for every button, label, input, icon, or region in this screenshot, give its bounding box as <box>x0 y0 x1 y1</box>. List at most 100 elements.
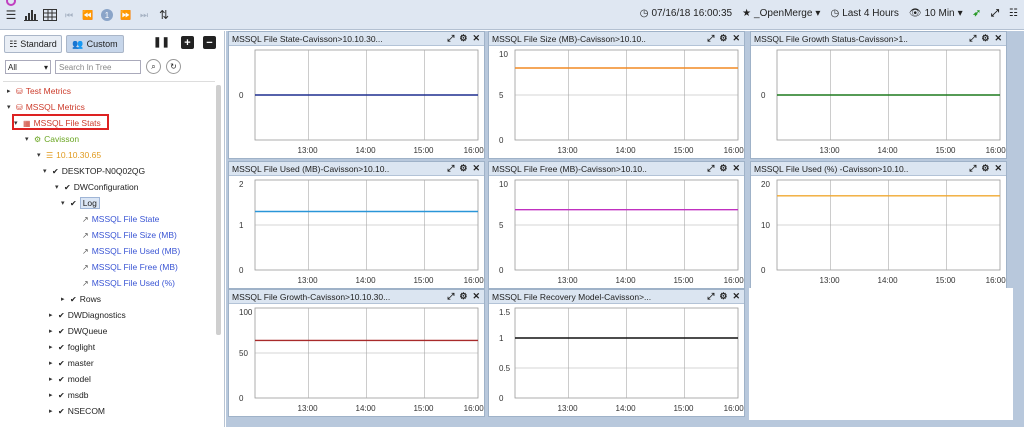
tree-item-10-10-30-65[interactable]: ▾ ☰ 10.10.30.65 <box>37 148 101 162</box>
close-icon[interactable]: ✕ <box>732 291 740 302</box>
tree-item-mssql-file-free-mb[interactable]: ↗ MSSQL File Free (MB) <box>73 260 178 274</box>
x-tick-label: 13:00 <box>298 276 319 285</box>
close-icon[interactable]: ✕ <box>994 33 1002 44</box>
caret-right-icon[interactable]: ▸ <box>49 391 58 399</box>
expand-icon[interactable]: ⤢ <box>707 291 714 302</box>
tree-item-foglight[interactable]: ▸ ✔ foglight <box>49 340 95 354</box>
chart-panel[interactable]: MSSQL File State-Cavisson>10.10.30... ⤢ ⚙ ✕… <box>228 31 485 159</box>
tree-item-mssql-file-used[interactable]: ↗ MSSQL File Used (%) <box>73 276 175 290</box>
settings-icon[interactable]: ⚙ <box>459 33 467 44</box>
tree-item-mssql-file-size-mb[interactable]: ↗ MSSQL File Size (MB) <box>73 228 177 242</box>
expand-icon[interactable]: ⤢ <box>969 33 976 44</box>
caret-down-icon[interactable]: ▾ <box>43 167 52 175</box>
expand-icon[interactable]: ⤢ <box>447 33 454 44</box>
caret-right-icon[interactable]: ▸ <box>61 295 70 303</box>
tree-item-dwdiagnostics[interactable]: ▸ ✔ DWDiagnostics <box>49 308 126 322</box>
close-icon[interactable]: ✕ <box>472 163 480 174</box>
caret-right-icon[interactable]: ▸ <box>49 359 58 367</box>
page-number-badge[interactable]: 1 <box>101 9 113 21</box>
tree-item-cavisson[interactable]: ▾ ⚙ Cavisson <box>25 132 79 146</box>
check-icon: ✔ <box>58 390 65 400</box>
expand-icon[interactable]: ⤢ <box>707 163 714 174</box>
filter-select[interactable]: All ▾ <box>5 60 51 74</box>
expand-icon[interactable]: ⤢ <box>969 163 976 174</box>
tree-item-nsecom[interactable]: ▸ ✔ NSECOM <box>49 404 105 418</box>
caret-down-icon[interactable]: ▾ <box>25 135 34 143</box>
sort-icon[interactable]: ⇅ <box>158 7 170 23</box>
tree-item-rows[interactable]: ▸ ✔ Rows <box>61 292 101 306</box>
bar-chart-icon[interactable] <box>23 7 39 23</box>
close-icon[interactable]: ✕ <box>994 163 1002 174</box>
close-icon[interactable]: ✕ <box>732 163 740 174</box>
settings-icon[interactable]: ⚙ <box>981 33 989 44</box>
expand-icon[interactable]: ⤢ <box>991 8 999 19</box>
caret-right-icon[interactable]: ▸ <box>49 311 58 319</box>
tree-item-master[interactable]: ▸ ✔ master <box>49 356 94 370</box>
settings-icon[interactable]: ⚙ <box>459 163 467 174</box>
search-icon[interactable]: ⌕ <box>146 59 161 74</box>
list-icon[interactable]: ☷ <box>1009 8 1018 19</box>
expand-icon[interactable]: ⤢ <box>707 33 714 44</box>
next-page-icon[interactable]: ⏩ <box>120 7 132 23</box>
tree-item-msdb[interactable]: ▸ ✔ msdb <box>49 388 89 402</box>
tree-item-mssql-metrics[interactable]: ▾ ⛁ MSSQL Metrics <box>7 100 85 114</box>
search-input[interactable]: Search In Tree <box>55 60 141 74</box>
tree-item-test-metrics[interactable]: ▸ ⛁ Test Metrics <box>7 84 71 98</box>
tree-item-dwconfiguration[interactable]: ▾ ✔ DWConfiguration <box>55 180 138 194</box>
x-tick-label: 13:00 <box>820 146 841 155</box>
chart-panel[interactable]: MSSQL File Growth Status-Cavisson>1.. ⤢ ⚙ ✕… <box>750 31 1007 159</box>
tree-item-log[interactable]: ▾ ✔ Log <box>61 196 100 210</box>
line-chart: 0 13:00 14:00 15:00 16:00 <box>239 49 484 155</box>
caret-right-icon[interactable]: ▸ <box>49 343 58 351</box>
tab-custom[interactable]: 👥 Custom <box>66 35 124 53</box>
chart-panel[interactable]: MSSQL File Used (MB)-Cavisson>10.10.. ⤢ ⚙ ✕… <box>228 161 485 289</box>
y-tick-label: 10 <box>761 221 770 230</box>
settings-icon[interactable]: ⚙ <box>719 163 727 174</box>
chart-panel[interactable]: MSSQL File Growth-Cavisson>10.10.30... ⤢ ⚙… <box>228 289 485 417</box>
datetime-display[interactable]: ◷ 07/16/18 16:00:35 <box>640 8 732 19</box>
chart-panel[interactable]: MSSQL File Size (MB)-Cavisson>10.10.. ⤢ ⚙ ✕… <box>488 31 745 159</box>
add-icon[interactable]: + <box>181 36 194 49</box>
caret-right-icon[interactable]: ▸ <box>49 327 58 335</box>
grid-icon[interactable] <box>42 7 58 23</box>
settings-icon[interactable]: ⚙ <box>719 291 727 302</box>
caret-right-icon[interactable]: ▸ <box>49 407 58 415</box>
refresh-icon[interactable]: ↻ <box>166 59 181 74</box>
interval-dropdown[interactable]: 👁 10 Min ▾ <box>909 8 963 19</box>
settings-icon[interactable]: ⚙ <box>981 163 989 174</box>
hamburger-icon[interactable]: ☰ <box>4 7 18 23</box>
tree-item-dwqueue[interactable]: ▸ ✔ DWQueue <box>49 324 107 338</box>
settings-icon[interactable]: ⚙ <box>459 291 467 302</box>
first-page-icon[interactable]: ⏮ <box>64 7 74 23</box>
last-page-icon[interactable]: ⏭ <box>139 7 149 23</box>
close-icon[interactable]: ✕ <box>732 33 740 44</box>
caret-down-icon[interactable]: ▾ <box>7 103 16 111</box>
pause-icon[interactable]: ❚❚ <box>153 36 170 49</box>
expand-icon[interactable]: ⤢ <box>447 291 454 302</box>
favorite-dropdown[interactable]: ★ _OpenMerge ▾ <box>742 8 820 19</box>
line-icon: ↗ <box>82 214 89 224</box>
tree-item-model[interactable]: ▸ ✔ model <box>49 372 91 386</box>
close-icon[interactable]: ✕ <box>472 33 480 44</box>
caret-down-icon[interactable]: ▾ <box>61 199 70 207</box>
tree-item-mssql-file-used-mb[interactable]: ↗ MSSQL File Used (MB) <box>73 244 180 258</box>
chart-panel[interactable]: MSSQL File Used (%) -Cavisson>10.10.. ⤢ ⚙ ✕… <box>750 161 1007 289</box>
tab-standard[interactable]: ☷ Standard <box>4 35 62 53</box>
caret-down-icon: ▾ <box>815 8 821 19</box>
tree-item-desktop-n0q02qg[interactable]: ▾ ✔ DESKTOP-N0Q02QG <box>43 164 145 178</box>
caret-right-icon[interactable]: ▸ <box>7 87 16 95</box>
caret-down-icon[interactable]: ▾ <box>37 151 46 159</box>
tree-item-mssql-file-state[interactable]: ↗ MSSQL File State <box>73 212 159 226</box>
chart-panel[interactable]: MSSQL File Free (MB)-Cavisson>10.10.. ⤢ ⚙ ✕… <box>488 161 745 289</box>
expand-icon[interactable]: ⤢ <box>447 163 454 174</box>
chart-panel[interactable]: MSSQL File Recovery Model-Cavisson>... ⤢ ⚙… <box>488 289 745 417</box>
close-icon[interactable]: ✕ <box>472 291 480 302</box>
tree-scrollbar[interactable] <box>216 85 221 335</box>
settings-icon[interactable]: ⚙ <box>719 33 727 44</box>
caret-down-icon[interactable]: ▾ <box>55 183 64 191</box>
time-range-selector[interactable]: ◷ Last 4 Hours <box>830 8 898 19</box>
run-icon[interactable]: ➶ <box>973 8 981 19</box>
remove-icon[interactable]: − <box>203 36 216 49</box>
prev-page-icon[interactable]: ⏪ <box>82 7 94 23</box>
caret-right-icon[interactable]: ▸ <box>49 375 58 383</box>
